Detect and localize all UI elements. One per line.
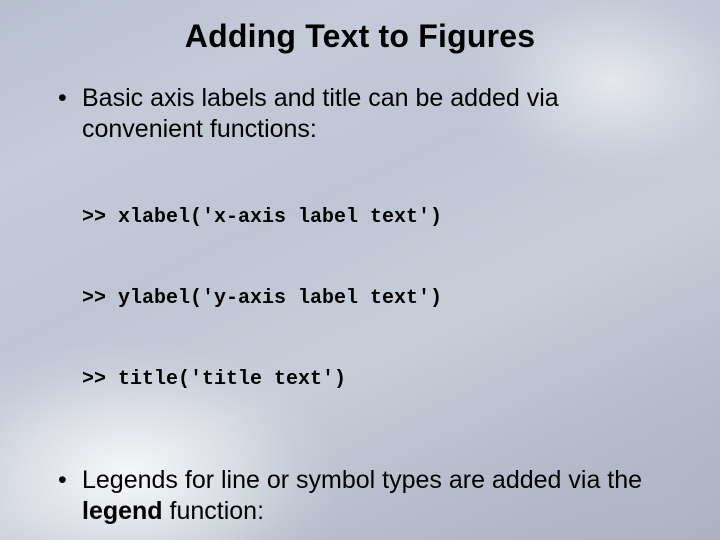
- code-line: >> ylabel('y-axis label text'): [82, 285, 680, 312]
- bullet-text-pre: Legends for line or symbol types are add…: [82, 466, 642, 494]
- code-block: >> xlabel('x-axis label text') >> ylabel…: [82, 150, 680, 447]
- bullet-item: Legends for line or symbol types are add…: [58, 465, 680, 526]
- bullet-text: Basic axis labels and title can be added…: [82, 84, 559, 143]
- bullet-text-post: function:: [163, 497, 264, 525]
- code-line: >> title('title text'): [82, 366, 680, 393]
- slide: Adding Text to Figures Basic axis labels…: [0, 0, 720, 540]
- bullet-item: Basic axis labels and title can be added…: [58, 83, 680, 144]
- bullet-list: Basic axis labels and title can be added…: [40, 83, 680, 144]
- code-line: >> xlabel('x-axis label text'): [82, 204, 680, 231]
- bullet-list: Legends for line or symbol types are add…: [40, 465, 680, 526]
- bullet-text-bold: legend: [82, 497, 163, 525]
- code-block: >> legend('line 1 caption', 'line 2 capt…: [82, 532, 680, 540]
- slide-title: Adding Text to Figures: [40, 18, 680, 55]
